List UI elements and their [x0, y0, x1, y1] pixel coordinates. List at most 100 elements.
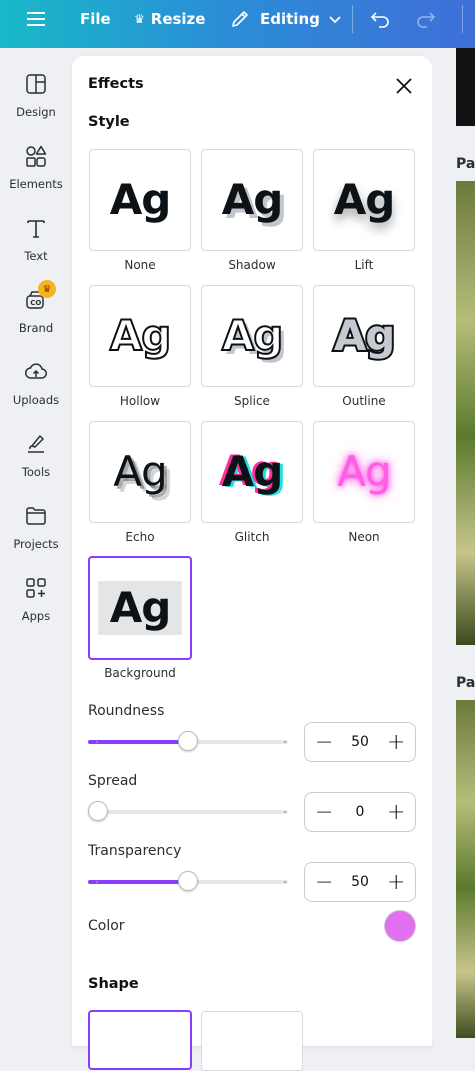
style-tile-outline[interactable]: Ag [313, 285, 415, 387]
resize-button[interactable]: ♛ Resize [134, 0, 205, 38]
sidebar-item-tools[interactable]: Tools [0, 432, 72, 496]
style-tile-splice[interactable]: Ag [201, 285, 303, 387]
slider-tick [284, 811, 286, 813]
sidebar-item-label: Text [24, 249, 48, 263]
chevron-down-icon [329, 16, 341, 24]
elements-icon [24, 144, 48, 168]
sidebar-item-design[interactable]: Design [0, 72, 72, 136]
transparency-label: Transparency [88, 843, 182, 859]
roundness-label: Roundness [88, 703, 165, 719]
svg-text:CO: CO [30, 299, 41, 307]
spread-stepper: − 0 + [304, 792, 416, 832]
crown-icon: ♛ [134, 12, 145, 26]
redo-button[interactable] [416, 0, 436, 38]
style-tile-shadow[interactable]: Ag [201, 149, 303, 251]
minus-icon[interactable]: − [315, 800, 333, 825]
spread-value[interactable]: 0 [356, 804, 365, 820]
style-label: Hollow [119, 394, 161, 408]
undo-button[interactable] [370, 0, 390, 38]
style-label: Echo [125, 530, 155, 544]
resize-label: Resize [150, 10, 206, 28]
projects-icon [24, 504, 48, 528]
style-tile-none[interactable]: Ag [89, 149, 191, 251]
page-thumbnail[interactable] [456, 48, 475, 126]
redo-icon [417, 12, 436, 28]
style-label: Outline [342, 394, 386, 408]
style-preview: Ag [337, 447, 391, 496]
transparency-slider[interactable] [88, 871, 288, 891]
undo-icon [370, 12, 389, 28]
style-tile-lift[interactable]: Ag [313, 149, 415, 251]
transparency-stepper: − 50 + [304, 862, 416, 902]
apps-icon [24, 576, 48, 600]
slider-tick [284, 741, 286, 743]
roundness-slider[interactable] [88, 731, 288, 751]
style-tile-echo[interactable]: Ag [89, 421, 191, 523]
top-bar: File ♛ Resize Editing [0, 0, 475, 48]
plus-icon[interactable]: + [387, 800, 405, 825]
spread-slider-thumb[interactable] [88, 801, 108, 821]
sidebar-item-apps[interactable]: Apps [0, 576, 72, 640]
slider-tick [284, 881, 286, 883]
spread-slider[interactable] [88, 801, 288, 821]
color-label: Color [88, 918, 125, 934]
menu-button[interactable] [27, 0, 45, 38]
style-preview: Ag [333, 175, 396, 224]
topbar-divider [352, 5, 353, 33]
roundness-slider-fill [88, 740, 188, 744]
close-button[interactable] [392, 74, 416, 98]
hamburger-icon [27, 12, 45, 26]
plus-icon[interactable]: + [387, 870, 405, 895]
sidebar-item-label: Brand [18, 321, 54, 335]
plus-icon[interactable]: + [387, 730, 405, 755]
style-label: Background [104, 666, 176, 680]
shape-tile-1[interactable] [88, 1010, 192, 1070]
sidebar-item-elements[interactable]: Elements [0, 144, 72, 208]
roundness-slider-thumb[interactable] [178, 731, 198, 751]
style-tile-background[interactable]: Ag [88, 556, 192, 660]
style-preview: Ag [113, 447, 167, 496]
sidebar-item-brand[interactable]: CO ♛ Brand [0, 280, 72, 352]
sidebar-item-uploads[interactable]: Uploads [0, 360, 72, 424]
style-label: Shadow [228, 258, 276, 272]
style-preview: Ag [109, 311, 173, 360]
minus-icon[interactable]: − [315, 730, 333, 755]
transparency-value[interactable]: 50 [351, 874, 369, 890]
style-label: None [124, 258, 156, 272]
style-preview: Ag [221, 175, 284, 224]
color-swatch[interactable] [384, 910, 416, 942]
premium-crown-icon: ♛ [38, 280, 56, 298]
style-label: Neon [348, 530, 380, 544]
shape-tile-2[interactable] [201, 1011, 303, 1071]
text-icon [24, 216, 48, 240]
sidebar-item-label: Design [16, 105, 56, 119]
style-preview: Ag [97, 581, 183, 635]
page-thumbnail[interactable] [456, 700, 475, 1038]
spread-label: Spread [88, 773, 138, 789]
file-menu-button[interactable]: File [80, 0, 111, 38]
roundness-value[interactable]: 50 [351, 734, 369, 750]
minus-icon[interactable]: − [315, 870, 333, 895]
style-tile-neon[interactable]: Ag [313, 421, 415, 523]
style-tile-glitch[interactable]: Ag [201, 421, 303, 523]
roundness-stepper: − 50 + [304, 722, 416, 762]
file-label: File [80, 10, 111, 28]
left-sidebar: Design Elements Text CO ♛ Brand Uploads … [0, 48, 72, 1038]
style-preview: Ag [221, 311, 285, 360]
sidebar-item-projects[interactable]: Projects [0, 504, 72, 568]
style-section-title: Style [88, 114, 130, 130]
editing-mode-button[interactable]: Editing [230, 0, 342, 38]
sidebar-item-text[interactable]: Text [0, 216, 72, 280]
transparency-slider-thumb[interactable] [178, 871, 198, 891]
page-label: Pag [456, 156, 475, 172]
close-icon [396, 78, 412, 94]
page-thumbnail[interactable] [456, 181, 475, 645]
canvas-area: Pag Pag [432, 48, 475, 1038]
style-preview: Ag [221, 447, 284, 496]
style-preview: Ag [109, 175, 172, 224]
style-label: Glitch [234, 530, 270, 544]
panel-title: Effects [88, 76, 144, 92]
design-icon [24, 72, 48, 96]
style-tile-hollow[interactable]: Ag [89, 285, 191, 387]
sidebar-item-label: Uploads [12, 393, 60, 407]
